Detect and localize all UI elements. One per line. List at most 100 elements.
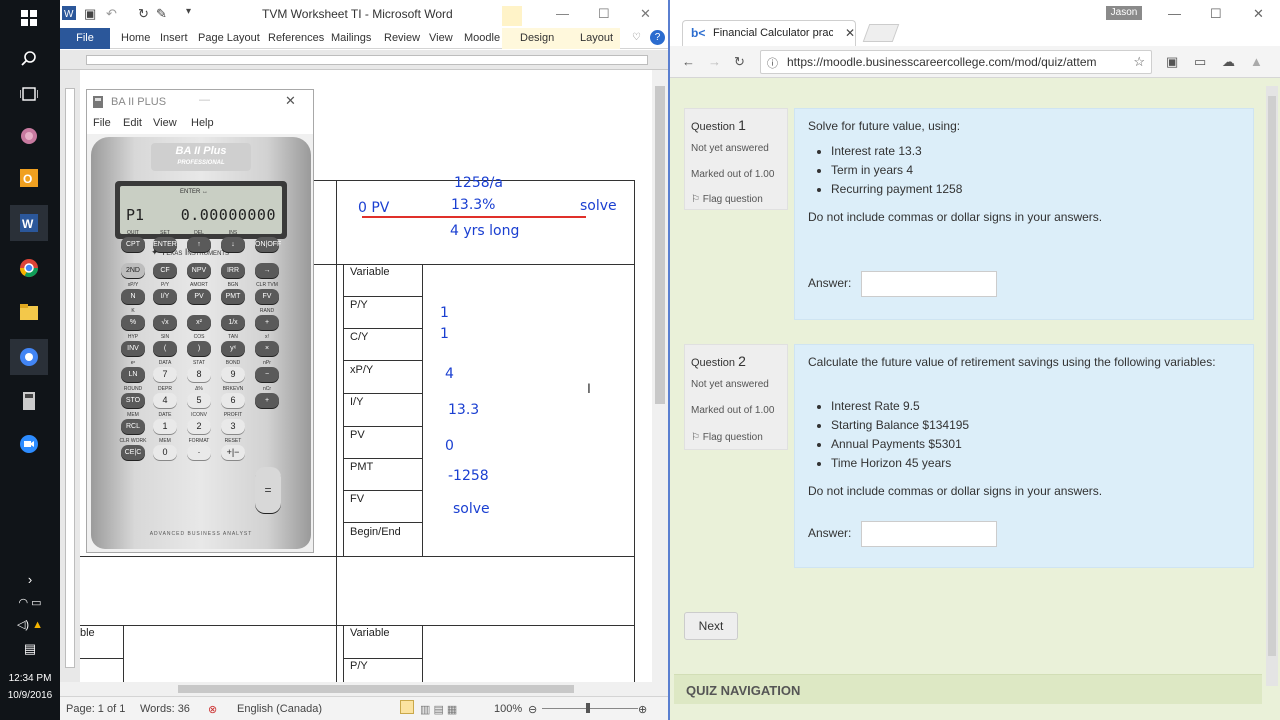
word-close-button[interactable]: ✕	[640, 6, 651, 22]
calc-key[interactable]: x²	[187, 315, 211, 330]
start-button[interactable]	[10, 0, 48, 36]
vertical-ruler[interactable]	[60, 70, 80, 682]
qat-customize-icon[interactable]: ▾	[186, 6, 191, 17]
status-page[interactable]: Page: 1 of 1	[66, 703, 125, 715]
calc-key[interactable]: RCL	[121, 419, 145, 434]
browser-tab[interactable]: b< Financial Calculator prac ✕	[682, 20, 856, 46]
calc-key[interactable]: I/Y	[153, 289, 177, 304]
format-painter-icon[interactable]: ✎	[156, 6, 167, 22]
calc-key[interactable]: 8	[187, 367, 211, 382]
calc-key[interactable]: STO	[121, 393, 145, 408]
tab-view[interactable]: View	[429, 32, 453, 44]
calc-close-button[interactable]: ✕	[285, 93, 296, 109]
browser-maximize-button[interactable]: ☐	[1210, 6, 1222, 22]
tab-review[interactable]: Review	[384, 32, 420, 44]
calc-key[interactable]: 1	[153, 419, 177, 434]
help-icon[interactable]: ?	[650, 30, 665, 45]
calc-key[interactable]: ·	[187, 445, 211, 460]
tab-home[interactable]: Home	[121, 32, 150, 44]
calc-key[interactable]: INV	[121, 341, 145, 356]
zoom-slider[interactable]	[542, 708, 638, 709]
calc-key[interactable]: (	[153, 341, 177, 356]
calc-key[interactable]: −	[255, 367, 279, 382]
file-tab[interactable]: File	[60, 28, 110, 49]
address-bar[interactable]: ⓘ ☆	[760, 50, 1152, 74]
calc-key[interactable]: 7	[153, 367, 177, 382]
calc-key[interactable]: FV	[255, 289, 279, 304]
undo-icon[interactable]: ↶	[106, 6, 117, 22]
calc-key[interactable]: %	[121, 315, 145, 330]
tray-expand-icon[interactable]: ›	[0, 572, 60, 587]
calc-key[interactable]: 9	[221, 367, 245, 382]
calc-key[interactable]: +	[255, 315, 279, 330]
calc-key[interactable]: 1/x	[221, 315, 245, 330]
tab-moodle[interactable]: Moodle	[464, 32, 500, 44]
task-view-button[interactable]	[10, 76, 48, 112]
calc-key[interactable]: ENTER	[153, 237, 177, 252]
calc-key[interactable]: )	[187, 341, 211, 356]
print-layout-icon[interactable]	[400, 700, 414, 714]
calc-key[interactable]: +|−	[221, 445, 245, 460]
calc-key[interactable]: PV	[187, 289, 211, 304]
taskbar-app-pinned[interactable]	[10, 118, 48, 154]
ribbon-expand-icon[interactable]: ♡	[632, 32, 641, 43]
taskbar-calculator[interactable]	[10, 383, 48, 419]
tab-layout[interactable]: Layout	[580, 32, 613, 44]
forward-button[interactable]: →	[708, 54, 721, 69]
calc-key[interactable]: ×	[255, 341, 279, 356]
status-language[interactable]: English (Canada)	[237, 703, 322, 715]
calc-key[interactable]: 6	[221, 393, 245, 408]
calc-key-equals[interactable]: =	[255, 467, 281, 513]
view-mode-icons[interactable]: ▥ ▤ ▦	[420, 703, 457, 716]
profile-name[interactable]: Jason	[1106, 6, 1142, 20]
back-button[interactable]: ←	[682, 54, 695, 69]
clock-date[interactable]: 10/9/2016	[0, 690, 60, 701]
question-1-answer-input[interactable]	[861, 271, 997, 297]
proofing-icon[interactable]: ⊗	[208, 703, 217, 716]
calc-key[interactable]: ON|OFF	[255, 237, 281, 252]
calc-minimize-button[interactable]: —	[199, 94, 210, 106]
calc-menu-file[interactable]: File	[93, 117, 111, 129]
bookmark-star-icon[interactable]: ☆	[1133, 54, 1145, 70]
taskbar-zoom[interactable]	[10, 426, 48, 462]
taskbar-word[interactable]: W	[10, 205, 48, 241]
extension-icon[interactable]: ▣	[1166, 54, 1178, 70]
taskbar-chrome-2[interactable]	[10, 339, 48, 375]
status-words[interactable]: Words: 36	[140, 703, 190, 715]
question-2-answer-input[interactable]	[861, 521, 997, 547]
calc-key[interactable]: ↓	[221, 237, 245, 252]
calc-key[interactable]: 0	[153, 445, 177, 460]
calc-key[interactable]: →	[255, 263, 279, 278]
browser-minimize-button[interactable]: —	[1168, 6, 1181, 21]
calc-key[interactable]: +	[255, 393, 279, 408]
calc-key[interactable]: NPV	[187, 263, 211, 278]
calc-key[interactable]: 5	[187, 393, 211, 408]
sync-icon[interactable]: ☁	[1222, 54, 1235, 70]
word-maximize-button[interactable]: ☐	[598, 6, 610, 22]
taskbar-outlook[interactable]: O	[10, 160, 48, 196]
calc-key[interactable]: N	[121, 289, 145, 304]
new-tab-button[interactable]	[862, 24, 900, 42]
browser-close-button[interactable]: ✕	[1253, 6, 1264, 22]
zoom-in-button[interactable]: ⊕	[638, 703, 647, 716]
cast-icon[interactable]: ▭	[1194, 54, 1206, 70]
tab-mailings[interactable]: Mailings	[331, 32, 371, 44]
url-input[interactable]	[787, 54, 1127, 70]
calc-key[interactable]: CPT	[121, 237, 145, 252]
question-1-flag[interactable]: ⚐ Flag question	[691, 194, 763, 205]
calc-key[interactable]: ↑	[187, 237, 211, 252]
calc-key[interactable]: CE|C	[121, 445, 145, 460]
tab-references[interactable]: References	[268, 32, 324, 44]
tray-icons-2[interactable]: ◁) ▲	[0, 618, 60, 631]
next-button[interactable]: Next	[684, 612, 738, 640]
tray-icons[interactable]: ◠ ▭	[0, 596, 60, 609]
redo-icon[interactable]: ↻	[138, 6, 149, 22]
calc-menu-view[interactable]: View	[153, 117, 177, 129]
clock-time[interactable]: 12:34 PM	[0, 673, 60, 684]
taskbar-file-explorer[interactable]	[10, 294, 48, 330]
drive-ext-icon[interactable]: ▲	[1250, 54, 1263, 69]
question-2-flag[interactable]: ⚐ Flag question	[691, 432, 763, 443]
tab-page-layout[interactable]: Page Layout	[198, 32, 260, 44]
calc-key[interactable]: LN	[121, 367, 145, 382]
calc-key[interactable]: 4	[153, 393, 177, 408]
